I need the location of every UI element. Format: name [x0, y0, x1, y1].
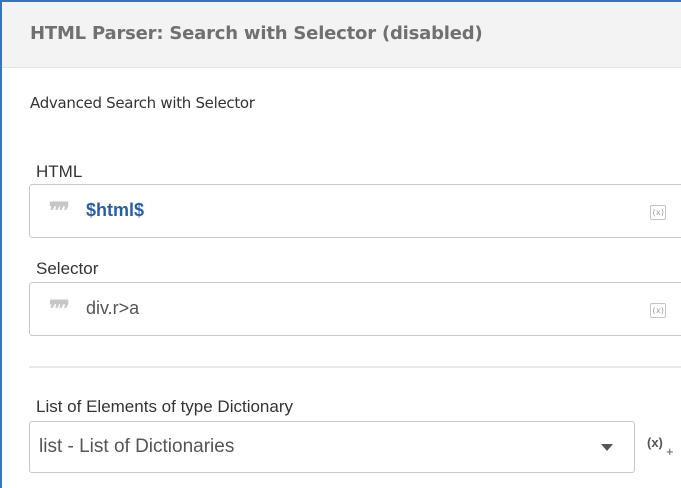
output-variable-value: list - List of Dictionaries: [39, 436, 235, 457]
output-variable-select[interactable]: list - List of Dictionaries: [29, 421, 635, 473]
panel-title: HTML Parser: Search with Selector (disab…: [30, 23, 483, 44]
variable-icon[interactable]: (x): [650, 205, 666, 220]
add-variable-icon[interactable]: (x) +: [647, 435, 677, 463]
html-field-value: $html$: [86, 200, 145, 220]
html-field-label: HTML: [36, 162, 83, 181]
selector-field[interactable]: ❞❞ div.r>a (x): [29, 282, 681, 336]
chevron-down-icon[interactable]: [601, 444, 613, 451]
activity-panel: HTML Parser: Search with Selector (disab…: [0, 0, 681, 488]
panel-description: Advanced Search with Selector: [30, 94, 255, 112]
selector-field-label: Selector: [36, 259, 99, 278]
html-field[interactable]: ❞❞ $html$ (x): [29, 184, 681, 238]
panel-header: HTML Parser: Search with Selector (disab…: [2, 2, 681, 68]
variable-icon[interactable]: (x): [650, 303, 666, 318]
quote-icon: ❞❞: [49, 296, 70, 322]
output-field-label: List of Elements of type Dictionary: [36, 397, 294, 416]
section-divider: [29, 366, 681, 368]
quote-icon: ❞❞: [49, 198, 70, 224]
selector-field-value: div.r>a: [86, 298, 140, 318]
